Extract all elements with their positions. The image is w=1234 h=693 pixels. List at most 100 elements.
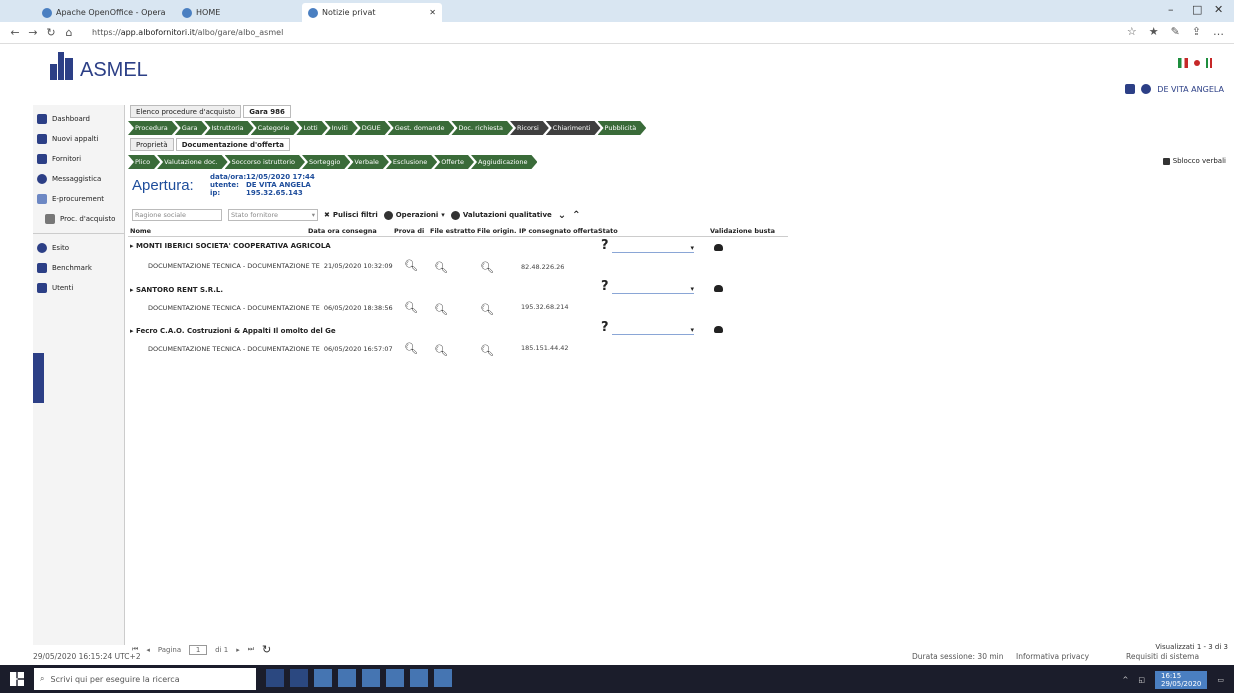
cloud-icon[interactable] <box>714 326 723 333</box>
step-lotti[interactable]: Lotti <box>296 121 327 135</box>
app-icon[interactable] <box>410 669 428 687</box>
step-offerte[interactable]: Offerte <box>434 155 474 169</box>
search-icon[interactable]: 🔍︎ <box>404 342 418 355</box>
search-icon[interactable]: 🔍︎ <box>480 303 494 316</box>
step-doc-richiesta[interactable]: Doc. richiesta <box>451 121 513 135</box>
sidebar-collapse-handle[interactable] <box>33 353 44 403</box>
network-icon[interactable]: ◱ <box>1138 676 1145 684</box>
tab-gara[interactable]: Gara 986 <box>243 105 291 118</box>
valutazioni-button[interactable]: Valutazioni qualitative <box>450 210 552 220</box>
edge-icon[interactable] <box>314 669 332 687</box>
sidebar-item-nuovi-appalti[interactable]: Nuovi appalti <box>33 129 124 149</box>
file-explorer-icon[interactable] <box>338 669 356 687</box>
tab-proprieta[interactable]: Proprietà <box>130 138 174 151</box>
mail-icon[interactable] <box>362 669 380 687</box>
group-row[interactable]: ▸ MONTI IBERICI SOCIETA' COOPERATIVA AGR… <box>130 242 331 250</box>
table-row[interactable]: DOCUMENTAZIONE TECNICA - DOCUMENTAZIONE … <box>148 262 393 270</box>
step-aggiudicazione[interactable]: Aggiudicazione <box>471 155 537 169</box>
col-file-estratto[interactable]: File estratto <box>430 227 475 235</box>
app-icon[interactable] <box>386 669 404 687</box>
requisiti-link[interactable]: Requisiti di sistema <box>1126 652 1199 661</box>
search-icon[interactable]: 🔍︎ <box>404 301 418 314</box>
sidebar-item-esito[interactable]: Esito <box>33 238 124 258</box>
maximize-icon[interactable]: □ <box>1192 3 1202 16</box>
search-icon[interactable]: 🔍︎ <box>480 344 494 357</box>
col-data-consegna[interactable]: Data ora consegna <box>308 227 377 235</box>
app-icon[interactable] <box>434 669 452 687</box>
ragione-sociale-input[interactable]: Ragione sociale <box>132 209 222 221</box>
stato-select[interactable]: ▾ <box>612 244 694 253</box>
table-row[interactable]: DOCUMENTAZIONE TECNICA - DOCUMENTAZIONE … <box>148 304 393 312</box>
step-dgue[interactable]: DGUE <box>355 121 391 135</box>
back-icon[interactable]: ← <box>6 26 24 39</box>
flag-icon[interactable] <box>1194 60 1200 66</box>
table-row[interactable]: DOCUMENTAZIONE TECNICA - DOCUMENTAZIONE … <box>148 345 393 353</box>
group-row[interactable]: ▸ Fecro C.A.O. Costruzioni & Appalti Il … <box>130 327 336 335</box>
taskbar-search[interactable]: ⌕ Scrivi qui per eseguire la ricerca <box>34 668 256 690</box>
stato-fornitore-select[interactable]: Stato fornitore ▾ <box>228 209 318 221</box>
favorites-icon[interactable]: ★ <box>1149 25 1159 38</box>
operazioni-button[interactable]: Operazioni ▾ <box>383 210 445 220</box>
sidebar-item-utenti[interactable]: Utenti <box>33 278 124 298</box>
col-ip[interactable]: IP consegnato offerta <box>519 227 598 235</box>
sidebar-item-messaggistica[interactable]: Messaggistica <box>33 169 124 189</box>
minimize-icon[interactable]: – <box>1168 3 1174 16</box>
share-icon[interactable]: ⇪ <box>1192 25 1201 38</box>
step-chiarimenti[interactable]: Chiarimenti <box>546 121 601 135</box>
search-icon[interactable]: 🔍︎ <box>434 344 448 357</box>
close-icon[interactable]: ✕ <box>429 8 436 17</box>
col-file-origin[interactable]: File origin. <box>477 227 516 235</box>
collapse-all-icon[interactable]: ⌄ <box>558 210 566 221</box>
search-icon[interactable]: 🔍︎ <box>434 303 448 316</box>
step-gara[interactable]: Gara <box>175 121 208 135</box>
search-icon[interactable]: 🔍︎ <box>404 259 418 272</box>
user-box[interactable]: DE VITA ANGELA <box>1125 84 1224 94</box>
step-inviti[interactable]: Inviti <box>325 121 358 135</box>
sidebar-item-fornitori[interactable]: Fornitori <box>33 149 124 169</box>
step-plico[interactable]: Plico <box>128 155 160 169</box>
sidebar-item-benchmark[interactable]: Benchmark <box>33 258 124 278</box>
question-icon[interactable]: ? <box>601 279 609 294</box>
tab-elenco-procedure[interactable]: Elenco procedure d'acquisto <box>130 105 242 118</box>
clock[interactable]: 16:15 29/05/2020 <box>1155 671 1208 689</box>
step-esclusione[interactable]: Esclusione <box>386 155 437 169</box>
step-istruttoria[interactable]: Istruttoria <box>204 121 253 135</box>
step-gest-domande[interactable]: Gest. domande <box>388 121 455 135</box>
tray-arrow-icon[interactable]: ^ <box>1123 676 1129 684</box>
home-icon[interactable]: ⌂ <box>60 26 78 39</box>
notification-icon[interactable]: ▭ <box>1217 676 1224 684</box>
col-prova[interactable]: Prova di <box>394 227 424 235</box>
forward-icon[interactable]: → <box>24 26 42 39</box>
task-view-icon[interactable] <box>290 669 308 687</box>
question-icon[interactable]: ? <box>601 320 609 335</box>
col-stato[interactable]: Stato <box>598 227 618 235</box>
flag-it-icon[interactable] <box>1178 58 1188 68</box>
refresh-icon[interactable]: ↻ <box>42 26 60 39</box>
browser-tab[interactable]: HOME <box>176 3 226 22</box>
flag-icon[interactable] <box>1206 58 1212 68</box>
sidebar-item-e-procurement[interactable]: E-procurement <box>33 189 124 209</box>
browser-tab-active[interactable]: Notizie privat ✕ <box>302 3 442 22</box>
expand-all-icon[interactable]: ⌃ <box>572 210 580 221</box>
browser-tab[interactable]: Apache OpenOffice - Opera <box>36 3 172 22</box>
search-icon[interactable]: 🔍︎ <box>434 261 448 274</box>
close-window-icon[interactable]: ✕ <box>1214 3 1223 16</box>
stato-select[interactable]: ▾ <box>612 326 694 335</box>
sidebar-item-dashboard[interactable]: Dashboard <box>33 109 124 129</box>
step-valutazione-doc[interactable]: Valutazione doc. <box>157 155 228 169</box>
group-row[interactable]: ▸ SANTORO RENT S.R.L. <box>130 286 223 294</box>
tab-documentazione-offerta[interactable]: Documentazione d'offerta <box>175 138 290 151</box>
cortana-icon[interactable] <box>266 669 284 687</box>
windows-start-icon[interactable] <box>10 672 24 686</box>
privacy-link[interactable]: Informativa privacy <box>1016 652 1089 661</box>
more-icon[interactable]: … <box>1213 25 1224 38</box>
step-sorteggio[interactable]: Sorteggio <box>302 155 350 169</box>
col-nome[interactable]: Nome <box>130 227 151 235</box>
sblocco-verbali-link[interactable]: Sblocco verbali <box>1162 157 1226 165</box>
cloud-icon[interactable] <box>714 285 723 292</box>
step-ricorsi[interactable]: Ricorsi <box>510 121 549 135</box>
step-categorie[interactable]: Categorie <box>251 121 300 135</box>
stato-select[interactable]: ▾ <box>612 285 694 294</box>
pulisci-filtri-button[interactable]: ✖ Pulisci filtri <box>324 211 378 219</box>
step-verbale[interactable]: Verbale <box>347 155 389 169</box>
